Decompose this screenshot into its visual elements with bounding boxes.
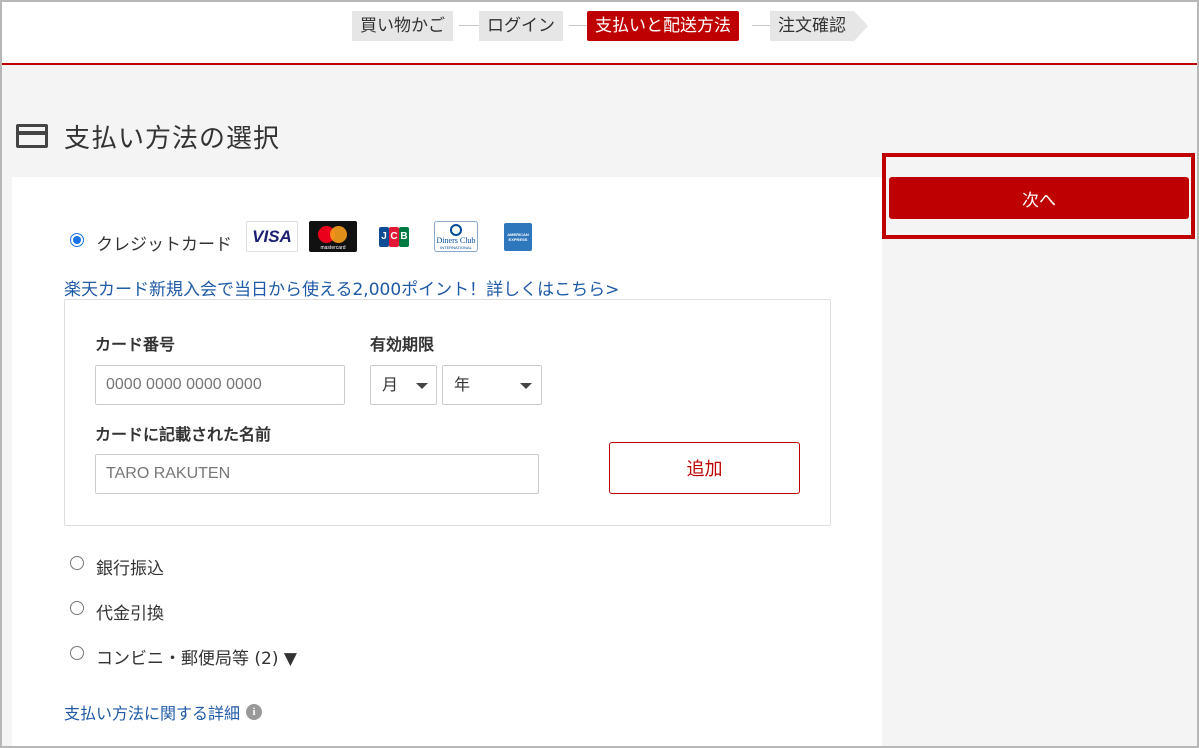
step-connector (569, 25, 587, 26)
step-cart[interactable]: 買い物かご (352, 11, 453, 41)
visa-logo-text: VISA (252, 227, 292, 246)
amex-logo-icon: AMERICAN EXPRESS (504, 223, 532, 251)
radio-bank-transfer[interactable] (70, 556, 84, 570)
option-label-cod[interactable]: 代金引換 (96, 599, 164, 624)
expiry-month-value: 月 (382, 375, 399, 394)
jcb-logo-icon: J C B (375, 221, 413, 252)
diners-club-logo-icon: Diners Club INTERNATIONAL (434, 221, 478, 252)
mastercard-circle-orange (330, 226, 347, 243)
section-title: 支払い方法の選択 (16, 118, 280, 154)
cardholder-name-label: カードに記載された名前 (95, 425, 272, 444)
step-confirm: 注文確認 (770, 11, 868, 41)
diners-logo-subtext: INTERNATIONAL (440, 245, 472, 250)
diners-logo-text: Diners Club (436, 236, 476, 245)
expiry-year-value: 年 (454, 375, 471, 394)
option-label-bank-transfer[interactable]: 銀行振込 (96, 554, 164, 579)
expiry-label: 有効期限 (370, 335, 435, 354)
jcb-letter-j: J (379, 227, 389, 247)
radio-cod[interactable] (70, 601, 84, 615)
card-number-input[interactable] (95, 365, 345, 405)
option-label-credit-card[interactable]: クレジットカード (96, 230, 232, 255)
rakuten-card-promo-link[interactable]: 楽天カード新規入会で当日から使える2,000ポイント！詳しくはこちら> (64, 275, 619, 300)
expiry-year-select[interactable]: 年 (442, 365, 542, 405)
credit-card-icon (16, 124, 48, 148)
payment-details-link[interactable]: 支払い方法に関する詳細 i (64, 700, 263, 724)
next-button[interactable]: 次へ (889, 177, 1189, 219)
chevron-down-icon (520, 383, 532, 389)
expiry-month-select[interactable]: 月 (370, 365, 437, 405)
step-connector (752, 25, 770, 26)
payment-details-link-text[interactable]: 支払い方法に関する詳細 (64, 700, 240, 724)
step-login[interactable]: ログイン (479, 11, 563, 41)
amex-logo-text: AMERICAN EXPRESS (507, 232, 529, 242)
jcb-letter-b: B (399, 227, 409, 247)
chevron-down-icon (416, 383, 428, 389)
add-card-button[interactable]: 追加 (609, 442, 800, 494)
page-title: 支払い方法の選択 (64, 123, 281, 154)
radio-credit-card[interactable] (70, 233, 84, 247)
diners-circle (450, 224, 462, 236)
checkout-header: 買い物かご ログイン 支払いと配送方法 注文確認 (0, 0, 1199, 65)
option-label-convenience-store[interactable]: コンビニ・郵便局等 (2) ▼ (96, 644, 297, 669)
card-number-label: カード番号 (95, 335, 176, 354)
mastercard-logo-icon: mastercard (309, 221, 357, 252)
info-icon[interactable]: i (246, 704, 263, 720)
mastercard-logo-text: mastercard (320, 245, 346, 251)
jcb-letter-c: C (389, 227, 399, 247)
cardholder-name-input[interactable] (95, 454, 539, 494)
radio-convenience-store[interactable] (70, 646, 84, 660)
visa-logo-icon: VISA (246, 221, 298, 252)
step-payment-shipping: 支払いと配送方法 (587, 11, 739, 41)
step-connector (459, 25, 479, 26)
